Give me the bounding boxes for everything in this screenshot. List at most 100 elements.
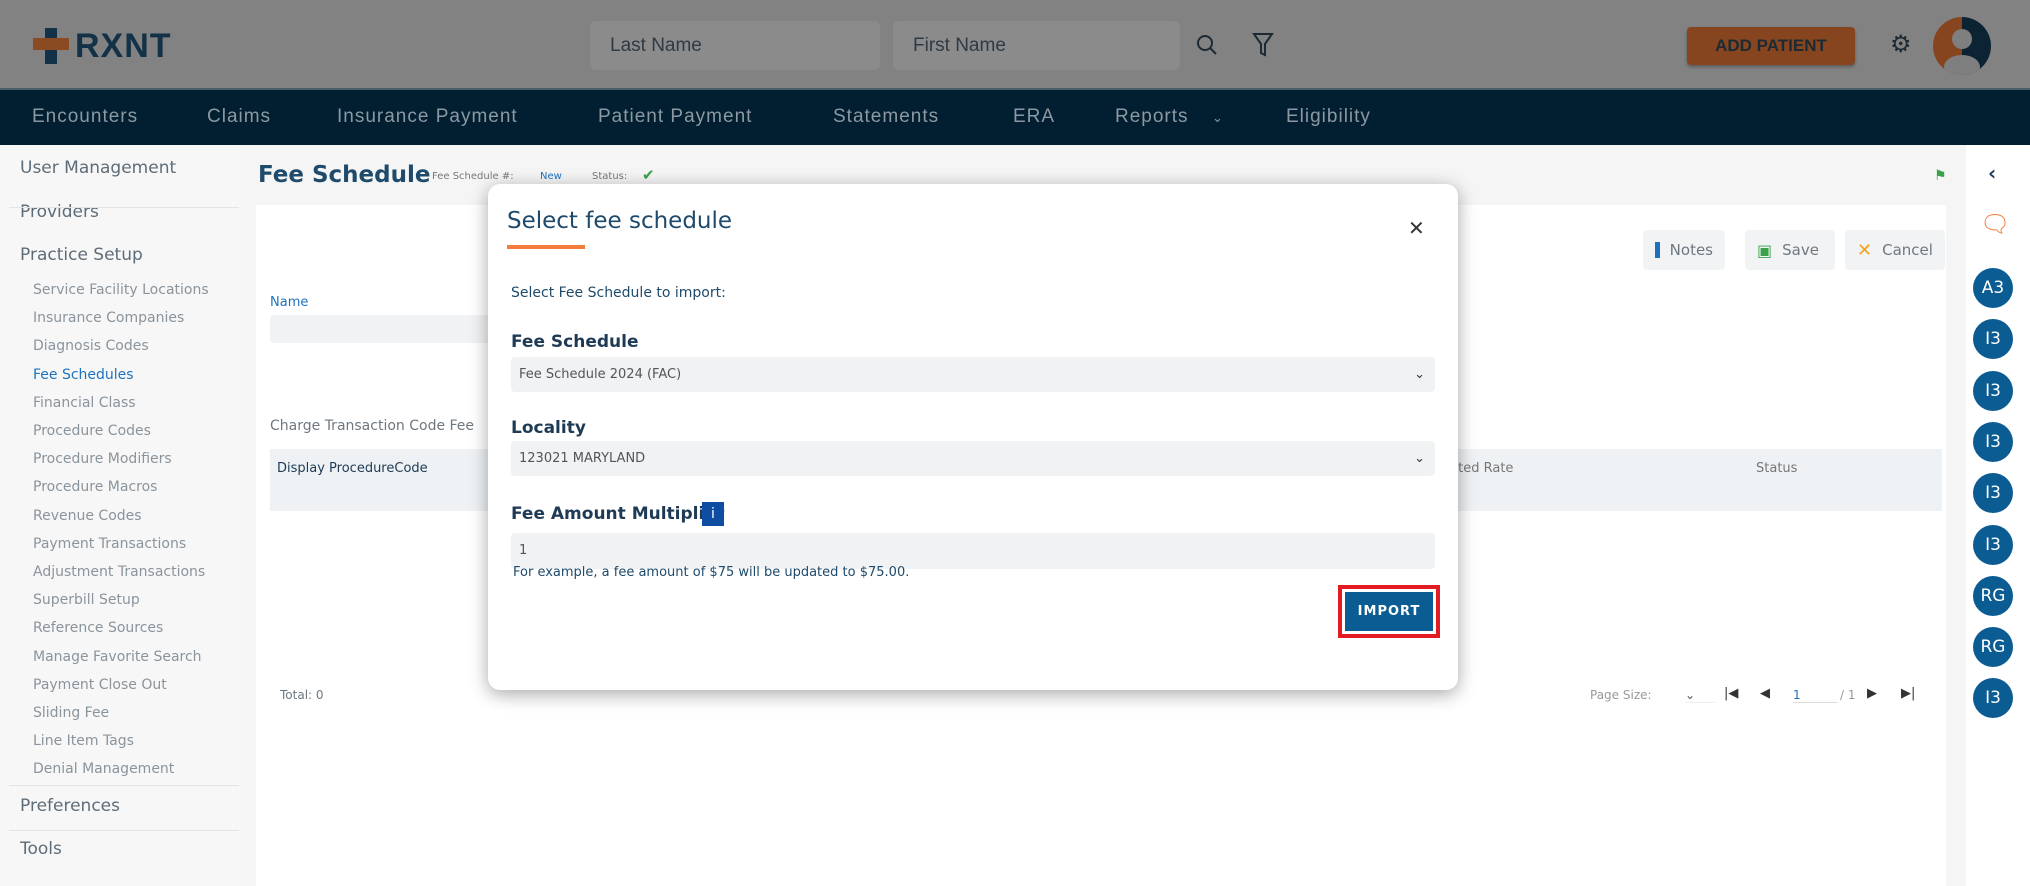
first-page-icon[interactable]: |◀ [1724, 686, 1738, 701]
fee-schedule-number: New [540, 171, 562, 182]
first-name-input[interactable]: First Name [893, 21, 1180, 70]
import-button[interactable]: IMPORT [1345, 592, 1433, 631]
sidebar-item-denial-management[interactable]: Denial Management [33, 761, 174, 777]
search-icon[interactable] [1195, 33, 1219, 57]
prev-page-icon[interactable]: ◀ [1760, 686, 1770, 701]
locality-value: 123021 MARYLAND [519, 451, 646, 466]
last-name-input[interactable]: Last Name [590, 21, 880, 70]
next-page-icon[interactable]: ▶ [1867, 686, 1877, 701]
reports-chevron-down-icon[interactable]: ⌄ [1212, 110, 1224, 126]
sidebar-item-procedure-modifiers[interactable]: Procedure Modifiers [33, 451, 172, 467]
sidebar-item-line-item-tags[interactable]: Line Item Tags [33, 733, 134, 749]
page-input[interactable]: 1 [1793, 688, 1838, 703]
help-figure-icon[interactable]: ⚑ [1934, 168, 1947, 184]
user-badge[interactable]: I3 [1973, 473, 2013, 514]
sidebar: User Management Providers Practice Setup… [0, 145, 240, 886]
modal-title: Select fee schedule [507, 208, 733, 234]
logo[interactable]: RXNT [33, 26, 172, 66]
import-highlight: IMPORT [1338, 585, 1440, 638]
sidebar-item-fee-schedules[interactable]: Fee Schedules [33, 367, 134, 383]
column-display-procedurecode[interactable]: Display ProcedureCode [277, 461, 428, 476]
fee-schedule-select[interactable]: Fee Schedule 2024 (FAC) ⌄ [511, 357, 1435, 392]
sidebar-item-diagnosis-codes[interactable]: Diagnosis Codes [33, 338, 149, 354]
sidebar-item-sliding-fee[interactable]: Sliding Fee [33, 705, 109, 721]
sidebar-item-financial-class[interactable]: Financial Class [33, 395, 136, 411]
nav-eligibility[interactable]: Eligibility [1286, 106, 1371, 128]
sidebar-tools[interactable]: Tools [20, 839, 62, 859]
chevron-down-icon: ⌄ [1414, 451, 1425, 466]
nav-patient-payment[interactable]: Patient Payment [598, 106, 752, 128]
sidebar-item-procedure-codes[interactable]: Procedure Codes [33, 423, 151, 439]
sidebar-item-revenue-codes[interactable]: Revenue Codes [33, 508, 142, 524]
sidebar-item-manage-favorite-search[interactable]: Manage Favorite Search [33, 649, 202, 665]
sidebar-item-payment-close-out[interactable]: Payment Close Out [33, 677, 167, 693]
sidebar-item-adjustment-transactions[interactable]: Adjustment Transactions [33, 564, 205, 580]
collapse-chevron-icon[interactable]: ‹ [1988, 161, 1996, 185]
notes-icon [1655, 242, 1660, 258]
page-size-select[interactable]: ⌄ [1685, 688, 1715, 703]
name-label: Name [270, 295, 309, 310]
column-status[interactable]: Status [1756, 461, 1797, 476]
sidebar-user-management[interactable]: User Management [20, 158, 176, 178]
user-badge[interactable]: I3 [1973, 421, 2013, 462]
modal-subtitle: Select Fee Schedule to import: [511, 285, 726, 301]
sidebar-item-reference-sources[interactable]: Reference Sources [33, 620, 163, 636]
main-nav: Encounters Claims Insurance Payment Pati… [0, 88, 2030, 145]
chevron-down-icon: ⌄ [1414, 367, 1425, 382]
user-badge[interactable]: I3 [1973, 524, 2013, 565]
chat-icon[interactable]: 🗨 [1980, 210, 2010, 238]
fee-amount-multiplier-input[interactable]: 1 [511, 533, 1435, 569]
sidebar-item-payment-transactions[interactable]: Payment Transactions [33, 536, 186, 552]
close-icon[interactable]: ✕ [1408, 216, 1425, 240]
fee-amount-multiplier-label: Fee Amount Multiplier [511, 504, 725, 524]
status-check-icon: ✔ [642, 166, 655, 184]
sidebar-practice-setup[interactable]: Practice Setup [20, 245, 143, 265]
info-icon[interactable]: i [702, 502, 724, 526]
last-page-icon[interactable]: ▶| [1901, 686, 1915, 701]
nav-encounters[interactable]: Encounters [32, 106, 138, 128]
sidebar-providers[interactable]: Providers [20, 202, 99, 222]
section-label: Charge Transaction Code Fee [270, 418, 475, 434]
user-avatar[interactable] [1933, 17, 1991, 75]
sidebar-item-superbill-setup[interactable]: Superbill Setup [33, 592, 140, 608]
logo-text: RXNT [75, 26, 172, 65]
save-label: Save [1782, 241, 1819, 259]
sidebar-preferences[interactable]: Preferences [20, 796, 120, 816]
nav-claims[interactable]: Claims [207, 106, 271, 128]
cancel-label: Cancel [1882, 241, 1933, 259]
notes-button[interactable]: Notes [1643, 230, 1725, 270]
nav-statements[interactable]: Statements [833, 106, 939, 128]
gear-icon[interactable]: ⚙ [1890, 30, 1912, 58]
sidebar-item-service-facility-locations[interactable]: Service Facility Locations [33, 282, 209, 298]
status-label: Status: [592, 171, 628, 182]
fee-schedule-number-label: Fee Schedule #: [432, 171, 514, 182]
top-header: RXNT Last Name First Name ADD PATIENT ⚙ [0, 0, 2030, 88]
multiplier-helper-text: For example, a fee amount of $75 will be… [513, 565, 910, 580]
add-patient-button[interactable]: ADD PATIENT [1687, 27, 1855, 65]
filter-icon[interactable] [1252, 32, 1274, 58]
title-underline [507, 245, 585, 249]
logo-cross-icon [33, 28, 69, 64]
select-fee-schedule-modal: Select fee schedule ✕ Select Fee Schedul… [488, 184, 1458, 690]
total-count: Total: 0 [280, 688, 324, 702]
fee-schedule-label: Fee Schedule [511, 332, 639, 352]
page-of: / 1 [1840, 688, 1856, 702]
cancel-button[interactable]: ✕ Cancel [1845, 230, 1945, 270]
nav-reports[interactable]: Reports [1115, 106, 1189, 128]
user-badge[interactable]: A3 [1973, 268, 2013, 308]
notes-label: Notes [1669, 241, 1713, 259]
user-badge[interactable]: RG [1973, 575, 2013, 616]
page-title: Fee Schedule [258, 162, 431, 188]
nav-insurance-payment[interactable]: Insurance Payment [337, 106, 518, 128]
user-badge[interactable]: RG [1973, 627, 2013, 668]
nav-era[interactable]: ERA [1013, 106, 1055, 128]
fee-schedule-value: Fee Schedule 2024 (FAC) [519, 367, 682, 382]
name-input[interactable] [270, 315, 500, 343]
sidebar-item-procedure-macros[interactable]: Procedure Macros [33, 479, 157, 495]
page-size-label: Page Size: [1590, 688, 1652, 702]
locality-select[interactable]: 123021 MARYLAND ⌄ [511, 441, 1435, 476]
save-button[interactable]: ▣ Save [1745, 230, 1835, 270]
user-badge[interactable]: I3 [1973, 370, 2013, 411]
save-icon: ▣ [1757, 240, 1773, 260]
sidebar-item-insurance-companies[interactable]: Insurance Companies [33, 310, 184, 326]
